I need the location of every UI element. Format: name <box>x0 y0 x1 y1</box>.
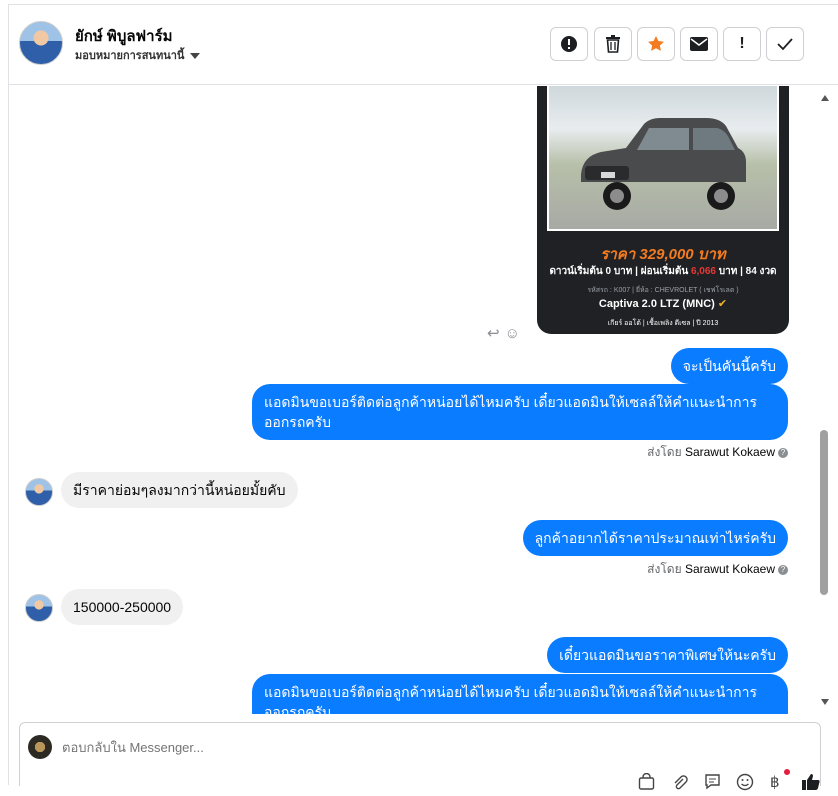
star-button[interactable] <box>637 27 675 61</box>
message-bubble-outgoing[interactable]: เดี๋ยวแอดมินขอราคาพิเศษให้นะครับ <box>547 637 788 673</box>
paperclip-icon[interactable] <box>671 773 688 795</box>
message-bubble-incoming[interactable]: มีราคาย่อมๆลงมากว่านี้หน่อยมั้ยคับ <box>61 472 298 508</box>
assign-label: มอบหมายการสนทนานี้ <box>75 50 185 62</box>
suv-illustration <box>581 118 746 210</box>
contact-avatar[interactable] <box>19 21 63 65</box>
delete-button[interactable] <box>594 27 632 61</box>
help-icon: ? <box>778 447 788 458</box>
car-model: Captiva 2.0 LTZ (MNC) ✔ <box>598 298 728 310</box>
message-bubble-outgoing[interactable]: ลูกค้าอยากได้ราคาประมาณเท่าไหร่ครับ <box>522 520 788 556</box>
envelope-icon <box>690 37 708 51</box>
help-icon: ? <box>778 564 788 575</box>
conversation-panel: ยักษ์ พิบูลฟาร์ม มอบหมายการสนทนานี้ ! รา… <box>8 4 838 791</box>
exclamation-icon: ! <box>739 35 745 52</box>
car-meta: รหัสรถ : K007 | ยี่ห้อ : CHEVROLET ( เชฟ… <box>587 287 739 294</box>
mark-done-button[interactable] <box>766 27 804 61</box>
contact-avatar-small <box>25 478 53 506</box>
car-photo <box>547 86 779 231</box>
reply-input[interactable] <box>62 737 462 757</box>
trash-icon <box>606 35 620 53</box>
contact-avatar-small <box>25 594 53 622</box>
baht-icon[interactable]: ฿ <box>770 773 780 791</box>
car-specs: เกียร์ ออโต้ | เชื้อเพลิง ดีเซล | ปี 201… <box>607 320 719 327</box>
message-bubble-outgoing[interactable]: แอดมินขอเบอร์ติดต่อลูกค้าหน่อยได้ไหมครับ… <box>252 384 788 440</box>
verified-icon: ✔ <box>717 298 728 310</box>
scroll-down-arrow[interactable] <box>821 699 829 705</box>
conversation-header: ยักษ์ พิบูลฟาร์ม มอบหมายการสนทนานี้ ! <box>9 5 838 85</box>
scroll-up-arrow[interactable] <box>821 95 829 101</box>
shopping-bag-icon[interactable] <box>638 772 655 795</box>
alert-circle-icon <box>561 36 577 52</box>
page-avatar <box>28 735 52 759</box>
contact-name[interactable]: ยักษ์ พิบูลฟาร์ม <box>75 24 173 48</box>
caret-down-icon <box>190 53 201 60</box>
message-actions: ↩ ☺ <box>487 324 525 342</box>
reply-icon[interactable]: ↩ <box>487 325 500 342</box>
star-icon <box>648 36 664 51</box>
car-price: ราคา 329,000 บาท <box>600 246 726 263</box>
sent-by-label: ส่งโดย Sarawut Kokaew? <box>647 443 788 462</box>
mark-spam-button[interactable] <box>550 27 588 61</box>
react-emoji-icon[interactable]: ☺ <box>505 325 520 342</box>
check-icon <box>777 38 793 51</box>
message-bubble-outgoing[interactable]: จะเป็นคันนี้ครับ <box>670 348 788 384</box>
car-listing-image[interactable]: ราคา 329,000 บาท ดาวน์เริ่มต้น 0 บาท | ผ… <box>537 86 789 334</box>
message-bubble-incoming[interactable]: 150000-250000 <box>61 589 184 625</box>
mark-unread-button[interactable] <box>680 27 718 61</box>
assign-conversation-dropdown[interactable]: มอบหมายการสนทนานี้ <box>75 46 201 64</box>
car-down-payment: ดาวน์เริ่มต้น 0 บาท | ผ่อนเริ่มต้น 6,066… <box>549 266 777 277</box>
sent-by-label: ส่งโดย Sarawut Kokaew? <box>647 560 788 579</box>
message-thread[interactable]: ราคา 329,000 บาท ดาวน์เริ่มต้น 0 บาท | ผ… <box>9 86 821 714</box>
message-bubble-outgoing[interactable]: แอดมินขอเบอร์ติดต่อลูกค้าหน่อยได้ไหมครับ… <box>252 674 788 714</box>
chat-bubble-icon[interactable] <box>704 773 721 795</box>
scrollbar-thumb[interactable] <box>820 430 828 595</box>
notification-dot <box>784 769 790 775</box>
reply-composer: ฿ <box>19 722 821 791</box>
follow-up-button[interactable]: ! <box>723 27 761 61</box>
